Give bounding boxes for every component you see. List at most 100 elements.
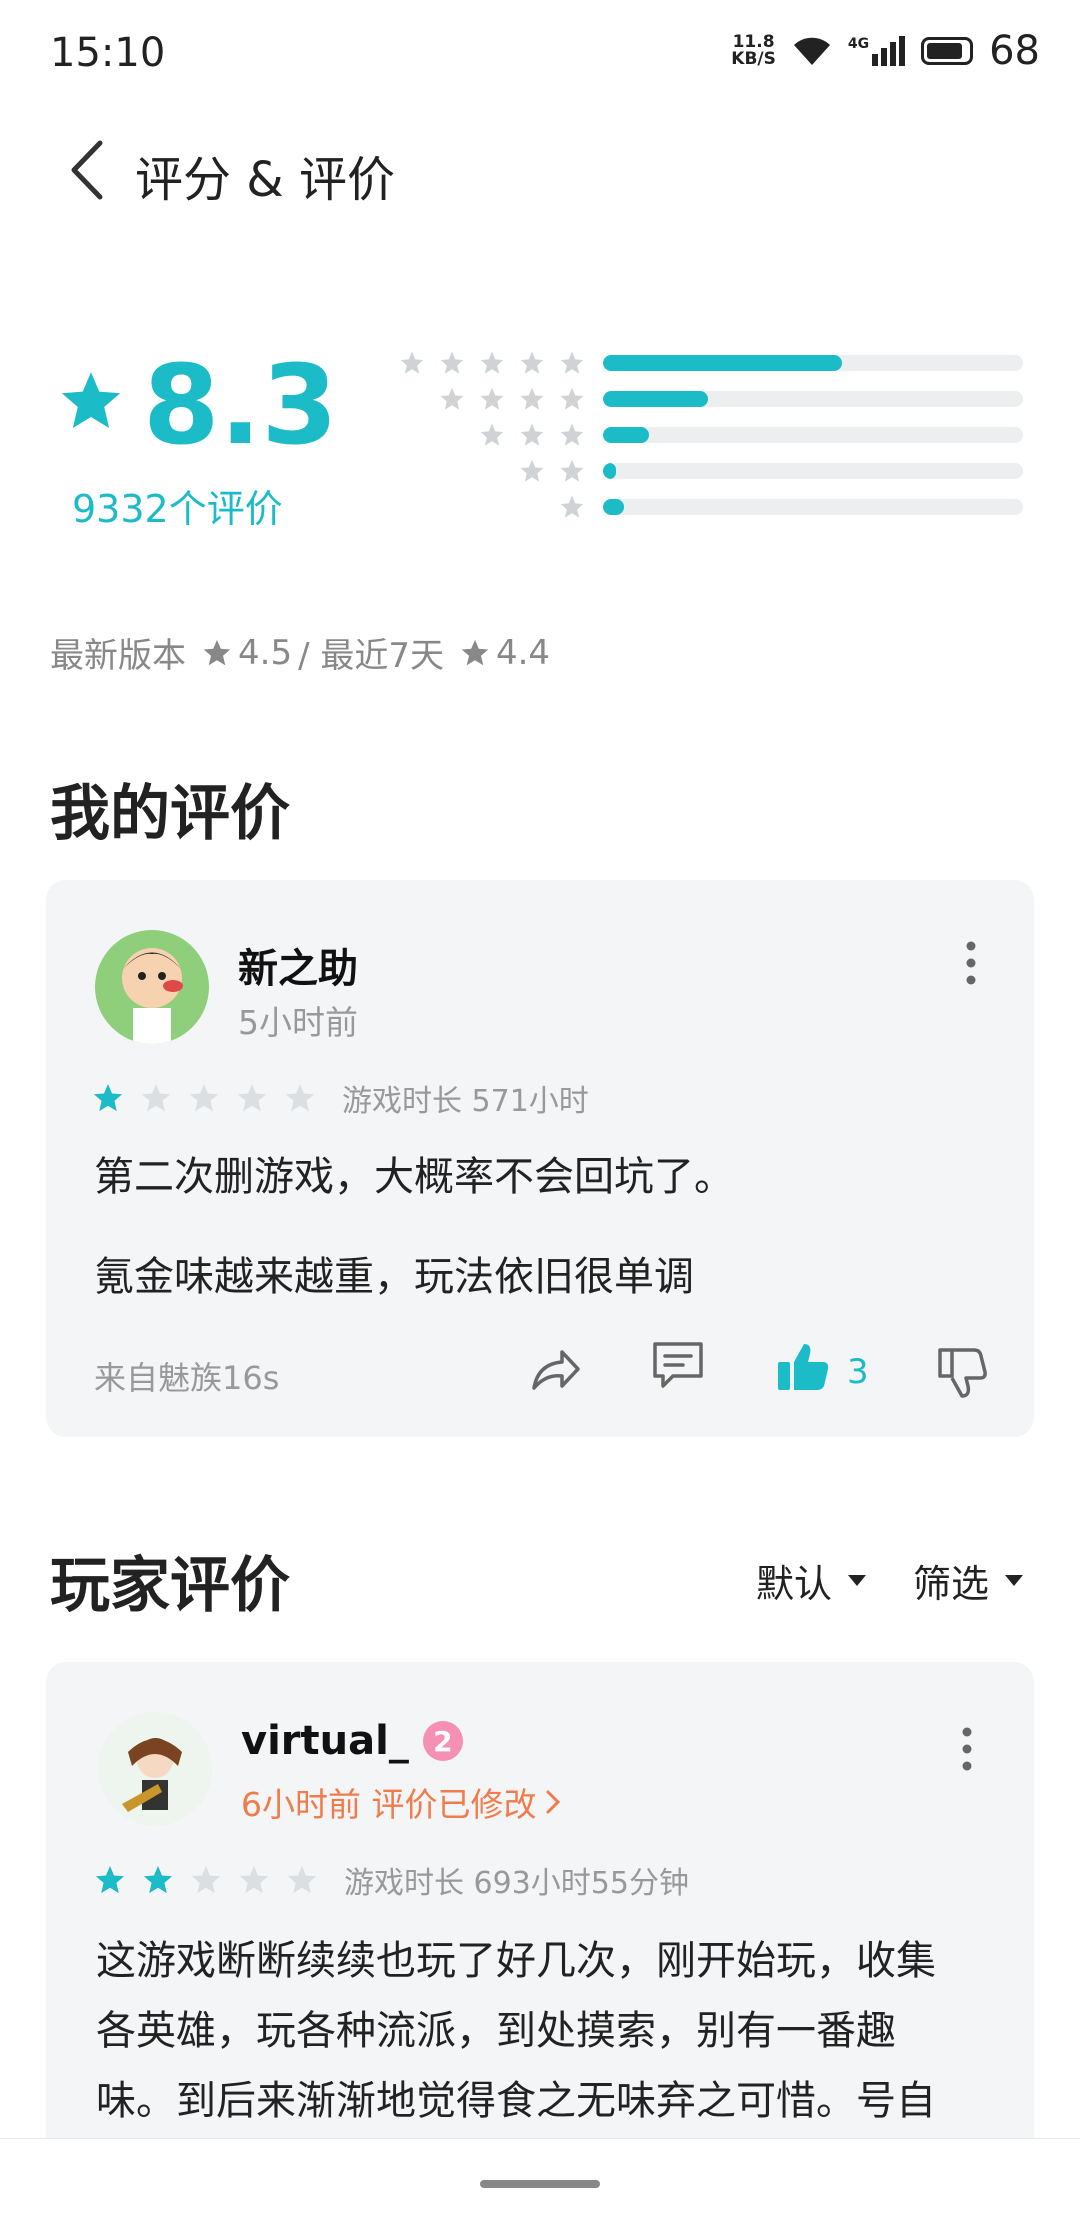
latest-version-score: 4.5 (238, 632, 293, 673)
star-icon (440, 387, 464, 410)
rating-row-3-star (375, 415, 1023, 455)
latest-version-label: 最新版本 (50, 636, 186, 676)
my-review-card: 新之助 5小时前 游戏时长 571小时 第二次删游戏，大概率不会回坑了。 氪金味… (46, 880, 1034, 1437)
reviewer-name[interactable]: 新之助 (238, 936, 358, 994)
avatar-image (98, 1712, 212, 1826)
comment-icon[interactable] (649, 1336, 707, 1394)
rating-bar-track (603, 391, 1023, 407)
star-icon (400, 351, 424, 374)
star-icon (480, 423, 504, 446)
star-icon (480, 351, 504, 374)
back-arrow-icon[interactable] (60, 135, 120, 205)
star-empty-icon (191, 1866, 221, 1894)
rating-bar-fill (603, 499, 624, 515)
star-icon (520, 387, 544, 410)
rating-bar-track (603, 355, 1023, 371)
wifi-icon (793, 37, 830, 65)
star-icon (520, 423, 544, 446)
review-time-edited: 6小时前 评价已修改 (241, 1785, 537, 1824)
rating-row-stars (375, 386, 585, 412)
review-edited-link[interactable]: 6小时前 评价已修改 (241, 1778, 563, 1826)
star-filled-icon (95, 1866, 125, 1894)
star-icon (520, 351, 544, 374)
chevron-right-icon (546, 1790, 560, 1814)
reviewer-header: virtual_ 2 (241, 1718, 463, 1764)
playtime: 游戏时长 693小时55分钟 (344, 1866, 689, 1901)
my-review-heading: 我的评价 (50, 779, 290, 849)
review-source-device: 来自魅族16s (94, 1359, 280, 1397)
cell-signal-icon: 4G (847, 36, 906, 66)
star-icon (560, 459, 584, 482)
star-empty-icon (237, 1084, 267, 1112)
star-empty-icon (141, 1084, 171, 1112)
recent-score: 4.4 (495, 632, 551, 673)
avatar-image (95, 930, 209, 1044)
star-icon (560, 423, 584, 446)
dropdown-arrow-icon (848, 1575, 867, 1586)
star-icon (461, 639, 489, 665)
review-line-3: 味。到后来渐渐地觉得食之无味弃之可惜。号自 (96, 2078, 936, 2124)
battery-level: 68 (989, 28, 1040, 74)
thumbs-down-icon[interactable] (932, 1344, 990, 1402)
star-icon (203, 639, 231, 665)
sort-dropdown[interactable]: 默认 (756, 1553, 867, 1608)
avatar[interactable] (98, 1712, 212, 1826)
review-line-1: 这游戏断断续续也玩了好几次，刚开始玩，收集 (96, 1938, 936, 1984)
star-filled-icon (143, 1866, 173, 1894)
filter-dropdown[interactable]: 筛选 (913, 1553, 1024, 1608)
rating-bar-fill (603, 463, 616, 479)
rating-bar-fill (603, 355, 843, 371)
rating-row-stars (375, 494, 585, 520)
star-empty-icon (189, 1084, 219, 1112)
reviewer-name[interactable]: virtual_ (241, 1718, 409, 1764)
review-line-2: 氪金味越来越重，玩法依旧很单调 (94, 1254, 694, 1300)
star-icon (480, 387, 504, 410)
review-stars: 游戏时长 571小时 (92, 1076, 589, 1120)
thumbs-up-icon[interactable] (774, 1338, 832, 1396)
rating-row-stars (375, 350, 585, 376)
share-icon[interactable] (526, 1340, 584, 1398)
rating-bar-track (603, 463, 1023, 479)
recent-7-days-label: / 最近7天 (298, 636, 444, 676)
version-ratings: 最新版本 4.5 / 最近7天 4.4 (50, 628, 550, 677)
star-filled-icon (93, 1084, 123, 1112)
rating-row-1-star (375, 487, 1023, 527)
star-icon (560, 495, 584, 518)
network-speed-unit: KB/S (731, 49, 776, 69)
star-empty-icon (287, 1866, 317, 1894)
filter-label: 筛选 (913, 1562, 990, 1606)
like-count: 3 (847, 1352, 869, 1392)
network-speed: 11.8 KB/S (731, 34, 776, 68)
average-score: 8.3 (143, 341, 338, 469)
rating-bar-track (603, 499, 1023, 515)
page-title: 评分 & 评价 (135, 152, 395, 208)
review-time: 5小时前 (238, 1003, 358, 1042)
dropdown-arrow-icon (1005, 1575, 1024, 1586)
avatar[interactable] (95, 930, 209, 1044)
playtime: 游戏时长 571小时 (342, 1084, 589, 1119)
home-indicator[interactable] (480, 2180, 600, 2188)
rating-row-stars (375, 458, 585, 484)
status-time: 15:10 (50, 30, 166, 76)
more-options-icon[interactable] (961, 938, 981, 988)
review-line-2: 各英雄，玩各种流派，到处摸索，别有一番趣 (96, 2008, 896, 2054)
star-icon (61, 372, 121, 428)
signal-type-label: 4G (847, 36, 870, 52)
star-empty-icon (239, 1866, 269, 1894)
player-review-card: virtual_ 2 6小时前 评价已修改 游戏时长 693小时55分钟 这游戏… (46, 1662, 1034, 2182)
sort-label: 默认 (756, 1562, 833, 1606)
rating-row-stars (375, 422, 585, 448)
rating-bar-track (603, 427, 1023, 443)
star-icon (560, 351, 584, 374)
rating-bar-fill (603, 391, 708, 407)
rating-count: 9332个评价 (72, 487, 283, 531)
status-icons: 11.8 KB/S 4G 68 (731, 28, 1040, 74)
star-icon (440, 351, 464, 374)
review-line-1: 第二次删游戏，大概率不会回坑了。 (94, 1154, 734, 1200)
star-empty-icon (285, 1084, 315, 1112)
more-options-icon[interactable] (957, 1724, 977, 1774)
star-icon (560, 387, 584, 410)
rating-row-5-star (375, 343, 1023, 383)
review-stars: 游戏时长 693小时55分钟 (94, 1858, 689, 1902)
battery-icon (921, 37, 974, 65)
